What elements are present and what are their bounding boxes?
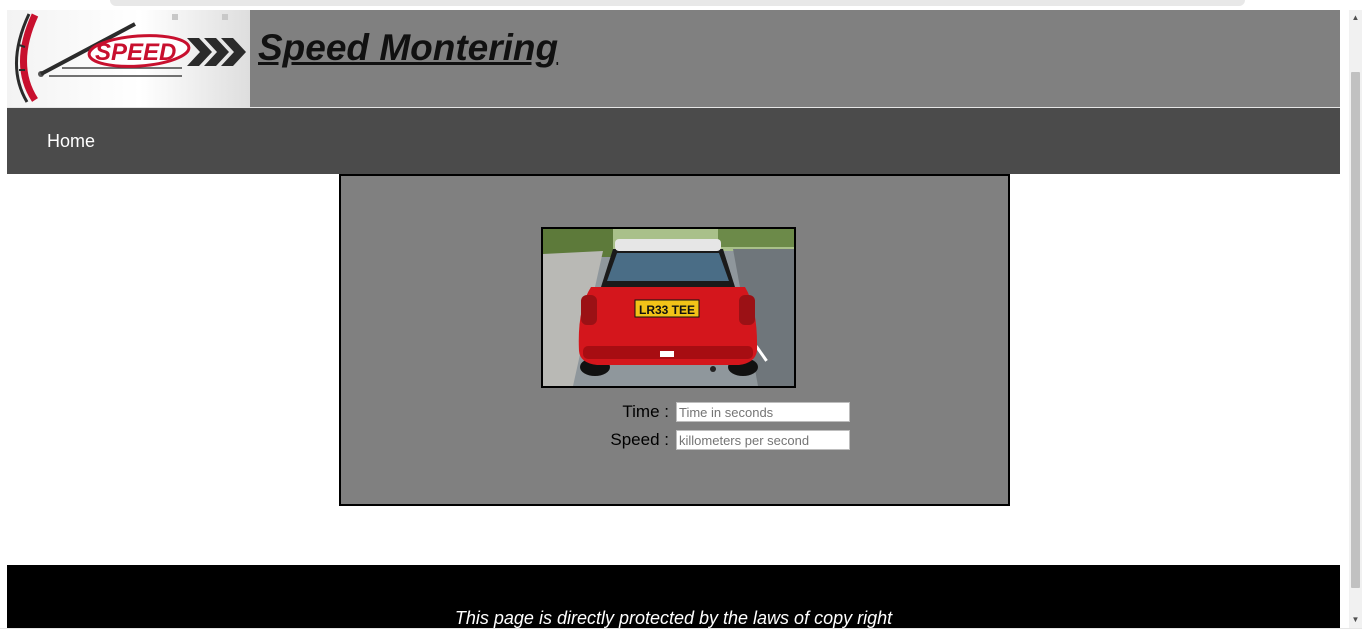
car-photo-graphic: LR33 TEE: [543, 229, 794, 386]
license-plate-text: LR33 TEE: [639, 303, 695, 317]
site-header: SPEED Speed Montering: [7, 10, 1340, 107]
scroll-up-arrow-icon[interactable]: ▲: [1349, 10, 1362, 26]
logo-text: SPEED: [95, 39, 176, 66]
speedometer-logo-graphic: SPEED: [15, 13, 246, 103]
site-footer: This page is directly protected by the l…: [7, 565, 1340, 628]
scroll-thumb[interactable]: [1351, 72, 1360, 588]
time-label: Time :: [622, 402, 669, 421]
scroll-down-arrow-icon[interactable]: ▼: [1349, 612, 1362, 628]
speed-row: Speed :: [471, 430, 851, 452]
speed-label: Speed :: [610, 430, 669, 449]
car-image: LR33 TEE: [541, 227, 796, 388]
time-row: Time :: [471, 402, 851, 424]
nav-bar: Home: [7, 108, 1340, 174]
time-input[interactable]: [676, 402, 850, 422]
address-bar-edge: [110, 0, 1245, 6]
speed-input[interactable]: [676, 430, 850, 450]
browser-top-strip: [0, 0, 1362, 10]
site-title: Speed Montering: [258, 27, 559, 68]
copyright-notice: This page is directly protected by the l…: [454, 608, 893, 628]
browser-bottom-strip: [0, 628, 1362, 641]
speed-form-panel: LR33 TEE Time : Speed :: [339, 174, 1010, 506]
vertical-scrollbar[interactable]: ▲ ▼: [1349, 10, 1362, 628]
nav-home-link[interactable]: Home: [47, 131, 95, 152]
speed-logo: SPEED: [7, 10, 250, 107]
